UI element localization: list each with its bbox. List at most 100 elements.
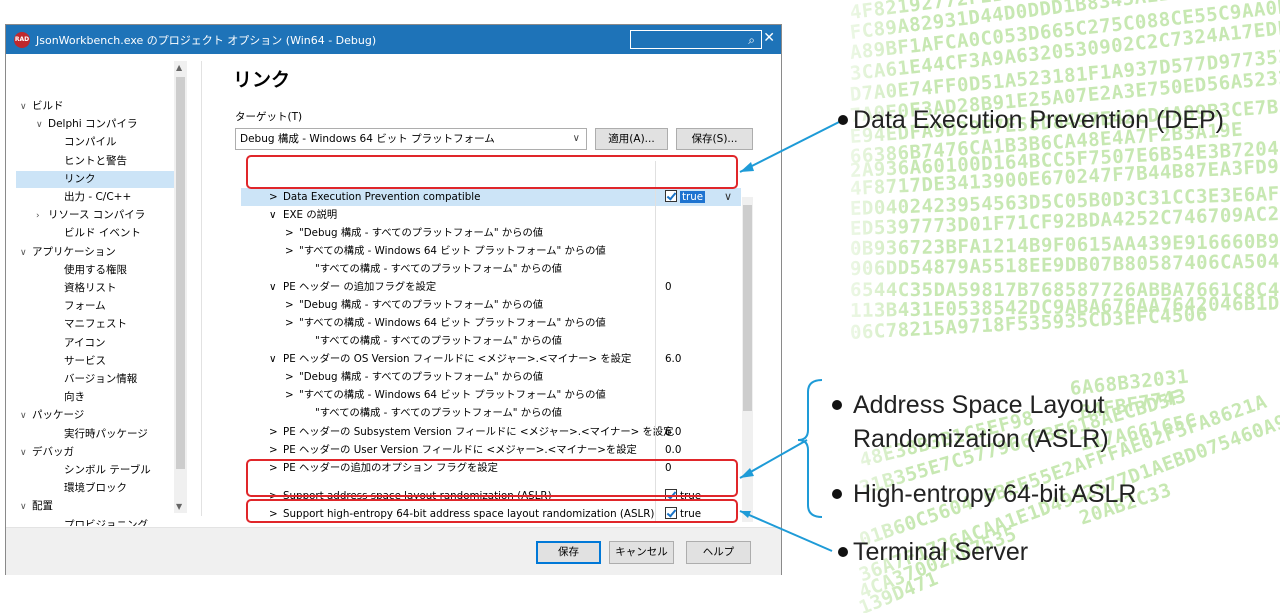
- property-row[interactable]: > Data Execution Prevention compatible tru…: [241, 188, 741, 206]
- property-name: "Debug 構成 - すべてのプラットフォーム" からの値: [299, 299, 544, 311]
- dep-bullet: [838, 115, 848, 125]
- expand-chevron-icon[interactable]: ∨: [20, 245, 32, 262]
- button-bar: 保存 キャンセル ヘルプ: [6, 527, 781, 575]
- tree-item[interactable]: 資格リスト: [6, 280, 174, 297]
- property-row[interactable]: ∨ PE ヘッダー の追加フラグを設定 0: [241, 278, 741, 296]
- property-row[interactable]: > "Debug 構成 - すべてのプラットフォーム" からの値: [241, 224, 741, 242]
- close-icon[interactable]: ✕: [763, 30, 775, 46]
- apply-button[interactable]: 適用(A)...: [595, 128, 668, 150]
- expand-chevron-icon[interactable]: ›: [36, 208, 48, 225]
- expand-chevron-icon[interactable]: ∨: [20, 445, 32, 462]
- scroll-down-icon[interactable]: ▼: [176, 502, 182, 511]
- aslr-bullet: [832, 400, 842, 410]
- tree-item[interactable]: ヒントと警告: [6, 153, 174, 170]
- row-expand-icon[interactable]: >: [269, 441, 278, 459]
- checkbox-checked-icon[interactable]: [665, 190, 677, 202]
- property-name: EXE の説明: [283, 209, 338, 221]
- property-row[interactable]: > "Debug 構成 - すべてのプラットフォーム" からの値: [241, 296, 741, 314]
- tree-item-label: 配置: [32, 500, 53, 513]
- tree-item[interactable]: ∨ アプリケーション: [6, 244, 174, 261]
- save-button[interactable]: 保存: [536, 541, 601, 564]
- row-expand-icon[interactable]: >: [285, 386, 294, 404]
- property-name: "すべての構成 - Windows 64 ビット プラットフォーム" からの値: [299, 245, 606, 257]
- property-row[interactable]: > "すべての構成 - Windows 64 ビット プラットフォーム" からの値: [241, 314, 741, 332]
- tree-item[interactable]: リンク: [16, 170, 174, 188]
- help-button[interactable]: ヘルプ: [686, 541, 751, 564]
- tree-item[interactable]: 環境ブロック: [6, 480, 174, 497]
- tree-scroll-thumb[interactable]: [176, 77, 185, 469]
- tree-item[interactable]: バージョン情報: [6, 371, 174, 388]
- tree-item-label: 使用する権限: [64, 263, 127, 276]
- tree-item[interactable]: フォーム: [6, 298, 174, 315]
- tree-item[interactable]: プロビジョニング: [6, 517, 174, 526]
- tree-item[interactable]: ∨ ビルド: [6, 98, 174, 115]
- value-dropdown-chevron-icon[interactable]: ∨: [724, 188, 732, 206]
- property-name: "すべての構成 - すべてのプラットフォーム" からの値: [315, 407, 562, 419]
- title-search-input[interactable]: ⌕: [630, 30, 762, 49]
- property-value[interactable]: 0.0: [665, 441, 681, 459]
- property-row[interactable]: > PE ヘッダーの Subsystem Version フィールドに <メジャー…: [241, 423, 741, 441]
- row-expand-icon[interactable]: >: [269, 188, 278, 206]
- tree-item[interactable]: › リソース コンパイラ: [6, 207, 174, 224]
- tree-item-label: 出力 - C/C++: [64, 191, 132, 203]
- row-expand-icon[interactable]: >: [285, 314, 294, 332]
- property-row[interactable]: ∨ EXE の説明: [241, 206, 741, 224]
- aslr-annotation-line2: Randomization (ASLR): [853, 425, 1109, 453]
- tree-item[interactable]: コンパイル: [6, 134, 174, 151]
- tree-item-label: 実行時パッケージ: [64, 427, 148, 440]
- property-value[interactable]: 0: [665, 278, 672, 296]
- property-row[interactable]: > "すべての構成 - Windows 64 ビット プラットフォーム" からの値: [241, 386, 741, 404]
- row-expand-icon[interactable]: >: [285, 224, 294, 242]
- target-select[interactable]: Debug 構成 - Windows 64 ビット プラットフォーム ∨: [235, 128, 587, 150]
- property-value[interactable]: 6.0: [665, 350, 681, 368]
- expand-chevron-icon[interactable]: ∨: [36, 117, 48, 134]
- row-expand-icon[interactable]: ∨: [269, 206, 277, 224]
- tree-item-label: Delphi コンパイラ: [48, 118, 138, 131]
- tree-item-label: ヒントと警告: [64, 154, 127, 167]
- tree-item[interactable]: ∨ Delphi コンパイラ: [6, 116, 174, 133]
- row-expand-icon[interactable]: >: [269, 423, 278, 441]
- save-config-button[interactable]: 保存(S)...: [676, 128, 753, 150]
- expand-chevron-icon[interactable]: ∨: [20, 408, 32, 425]
- tree-item[interactable]: ビルド イベント: [6, 225, 174, 242]
- row-expand-icon[interactable]: >: [285, 296, 294, 314]
- property-row[interactable]: "すべての構成 - すべてのプラットフォーム" からの値: [241, 404, 741, 422]
- tree-item[interactable]: ∨ デバッガ: [6, 444, 174, 461]
- expand-chevron-icon[interactable]: ∨: [20, 99, 32, 116]
- tree-item-label: コンパイル: [64, 136, 117, 149]
- property-row[interactable]: > "すべての構成 - Windows 64 ビット プラットフォーム" からの値: [241, 242, 741, 260]
- tree-item[interactable]: サービス: [6, 353, 174, 370]
- row-expand-icon[interactable]: ∨: [269, 350, 277, 368]
- row-expand-icon[interactable]: >: [285, 368, 294, 386]
- row-expand-icon[interactable]: >: [285, 242, 294, 260]
- tree-item[interactable]: 使用する権限: [6, 262, 174, 279]
- tree-item-label: リソース コンパイラ: [48, 209, 146, 222]
- property-row[interactable]: "すべての構成 - すべてのプラットフォーム" からの値: [241, 260, 741, 278]
- high-entropy-bullet: [832, 489, 842, 499]
- scroll-up-icon[interactable]: ▲: [176, 63, 182, 72]
- tree-item[interactable]: シンボル テーブル: [6, 462, 174, 479]
- property-row[interactable]: ∨ PE ヘッダーの OS Version フィールドに <メジャー>.<マイナー…: [241, 350, 741, 368]
- search-icon: ⌕: [748, 33, 755, 47]
- terminal-callout-box: [246, 499, 738, 523]
- tree-scrollbar[interactable]: ▲ ▼: [174, 61, 187, 513]
- tree-item[interactable]: ∨ 配置: [6, 498, 174, 515]
- tree-item[interactable]: アイコン: [6, 335, 174, 352]
- property-row[interactable]: > "Debug 構成 - すべてのプラットフォーム" からの値: [241, 368, 741, 386]
- tree-item[interactable]: 実行時パッケージ: [6, 426, 174, 443]
- cancel-button[interactable]: キャンセル: [609, 541, 674, 564]
- property-name: "すべての構成 - Windows 64 ビット プラットフォーム" からの値: [299, 389, 606, 401]
- row-expand-icon[interactable]: ∨: [269, 278, 277, 296]
- expand-chevron-icon[interactable]: ∨: [20, 499, 32, 516]
- grid-scrollbar[interactable]: [742, 197, 753, 522]
- tree-item[interactable]: 出力 - C/C++: [6, 189, 174, 206]
- grid-scroll-thumb[interactable]: [743, 205, 752, 411]
- property-value[interactable]: true: [665, 188, 706, 206]
- property-row[interactable]: > PE ヘッダーの User Version フィールドに <メジャー>.<マイ…: [241, 441, 741, 459]
- tree-item-label: フォーム: [64, 300, 106, 313]
- tree-item[interactable]: 向き: [6, 389, 174, 406]
- tree-item[interactable]: マニフェスト: [6, 316, 174, 333]
- tree-item[interactable]: ∨ パッケージ: [6, 407, 174, 424]
- property-row[interactable]: "すべての構成 - すべてのプラットフォーム" からの値: [241, 332, 741, 350]
- property-value[interactable]: 6.0: [665, 423, 681, 441]
